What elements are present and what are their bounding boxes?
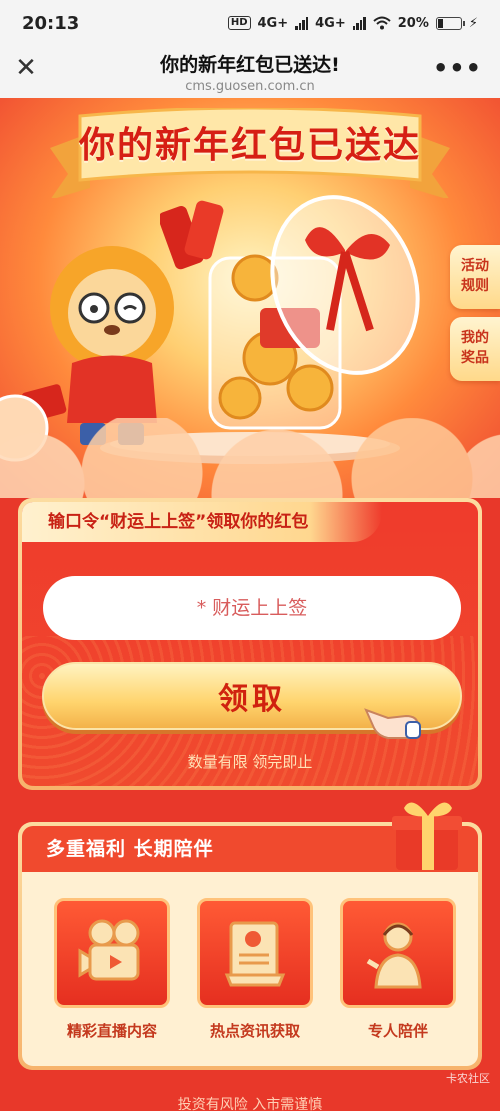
network-label-2: 4G+ [315,15,346,31]
status-icons: HD 4G+ 4G+ 20% ⚡ [227,15,478,31]
hero-banner: 你的新年红包已送达 活动 规则 我的 奖品 [0,98,500,498]
benefit-item-live[interactable]: 精彩直播内容 [50,898,174,1041]
benefit-label: 专人陪伴 [367,1022,428,1040]
benefit-tile [197,898,313,1008]
charging-icon: ⚡ [468,15,478,31]
claim-card-body: 输口令“财运上上签”领取你的红包 领取 数量有限 领完即止 [22,502,478,786]
my-prizes-tab[interactable]: 我的 奖品 [450,317,500,381]
banner-title: 你的新年红包已送达 [78,124,421,166]
more-options-icon[interactable]: ••• [433,54,482,82]
watermark: 卡农社区 [446,1072,490,1085]
risk-note: 投资有风险 入市需谨慎 [177,1097,323,1111]
benefit-label: 热点资讯获取 [209,1022,300,1040]
benefits-title: 多重福利 长期陪伴 [46,838,214,860]
claim-card: 输口令“财运上上签”领取你的红包 领取 数量有限 领完即止 [18,498,482,790]
news-scroll-icon [224,921,286,987]
benefit-item-advisor[interactable]: 专人陪伴 [336,898,460,1041]
hd-icon: HD [227,16,251,30]
advisor-headset-icon [366,922,422,989]
pointing-hand-icon [364,708,421,739]
benefit-tile [340,898,456,1008]
signal-icon-2 [352,16,366,30]
close-icon[interactable]: ✕ [12,54,40,82]
page-url: cms.guosen.com.cn [185,79,315,94]
activity-rules-tab[interactable]: 活动 规则 [450,245,500,309]
battery-icon [435,16,465,30]
claim-card-header: 输口令“财运上上签”领取你的红包 [22,502,382,542]
gift-lid-icon [270,195,420,375]
activity-rules-label: 活动 规则 [461,258,489,294]
page-title: 你的新年红包已送达! [160,54,340,76]
gift-box-icon [392,802,462,870]
benefit-tile [54,898,170,1008]
cloud-decoration [0,418,500,498]
battery-percent: 20% [397,15,429,31]
nav-bar: ✕ 你的新年红包已送达! cms.guosen.com.cn ••• [0,46,500,98]
signal-icon [295,16,309,30]
status-bar: 20:13 HD 4G+ 4G+ 20% ⚡ [0,0,500,46]
my-prizes-label: 我的 奖品 [461,330,489,366]
network-label-1: 4G+ [257,15,289,31]
video-camera-icon [78,919,140,981]
status-time: 20:13 [22,12,80,34]
wifi-icon [373,16,391,30]
benefits-card: 多重福利 长期陪伴 精彩直播内容 热点资讯获取 专人陪伴 [18,802,482,1070]
benefit-label: 精彩直播内容 [66,1022,157,1040]
benefits-list: 精彩直播内容 热点资讯获取 专人陪伴 [50,898,460,1041]
benefit-item-news[interactable]: 热点资讯获取 [193,898,317,1041]
password-input[interactable] [43,576,461,640]
limited-note: 数量有限 领完即止 [187,753,313,771]
